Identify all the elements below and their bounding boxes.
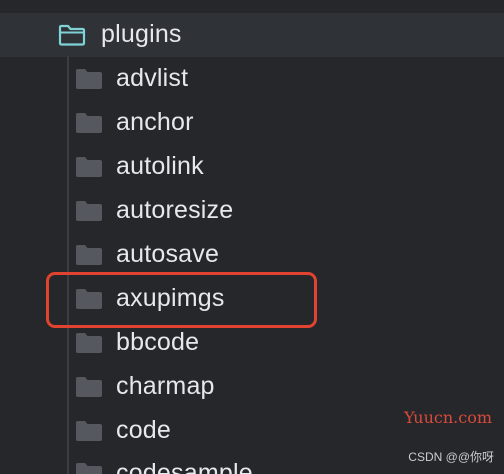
tree-row-cut-off[interactable] xyxy=(0,0,504,12)
folder-icon xyxy=(76,245,102,265)
folder-icon xyxy=(76,201,102,221)
folder-icon xyxy=(76,463,102,474)
tree-folder-autolink[interactable]: autolink xyxy=(0,145,504,189)
highlight-annotation-box xyxy=(46,272,317,328)
tree-folder-anchor[interactable]: anchor xyxy=(0,101,504,145)
tree-folder-charmap-label: charmap xyxy=(116,372,215,400)
folder-icon xyxy=(76,333,102,353)
folder-icon xyxy=(76,421,102,441)
tree-folder-anchor-label: anchor xyxy=(116,108,194,136)
tree-folder-plugins[interactable]: plugins xyxy=(0,13,504,57)
file-tree: plugins advlist anchor autolink autoresi… xyxy=(0,0,504,474)
tree-folder-plugins-label: plugins xyxy=(101,20,182,48)
folder-open-outline-icon xyxy=(58,24,86,46)
tree-folder-autoresize-label: autoresize xyxy=(116,196,234,224)
tree-folder-autoresize[interactable]: autoresize xyxy=(0,189,504,233)
tree-folder-bbcode-label: bbcode xyxy=(116,328,200,356)
tree-folder-autosave-label: autosave xyxy=(116,240,220,268)
tree-folder-code-label: code xyxy=(116,416,172,444)
folder-icon xyxy=(76,113,102,133)
tree-folder-autolink-label: autolink xyxy=(116,152,204,180)
tree-folder-codesample-label: codesample xyxy=(116,459,253,474)
folder-icon xyxy=(76,69,102,89)
tree-folder-charmap[interactable]: charmap xyxy=(0,365,504,409)
tree-folder-advlist-label: advlist xyxy=(116,64,189,92)
watermark-text: Yuucn.com xyxy=(404,408,492,427)
tree-folder-autosave[interactable]: autosave xyxy=(0,233,504,277)
folder-icon xyxy=(76,377,102,397)
credit-text: CSDN @@你呀 xyxy=(408,450,494,464)
folder-icon xyxy=(76,157,102,177)
tree-folder-advlist[interactable]: advlist xyxy=(0,57,504,101)
